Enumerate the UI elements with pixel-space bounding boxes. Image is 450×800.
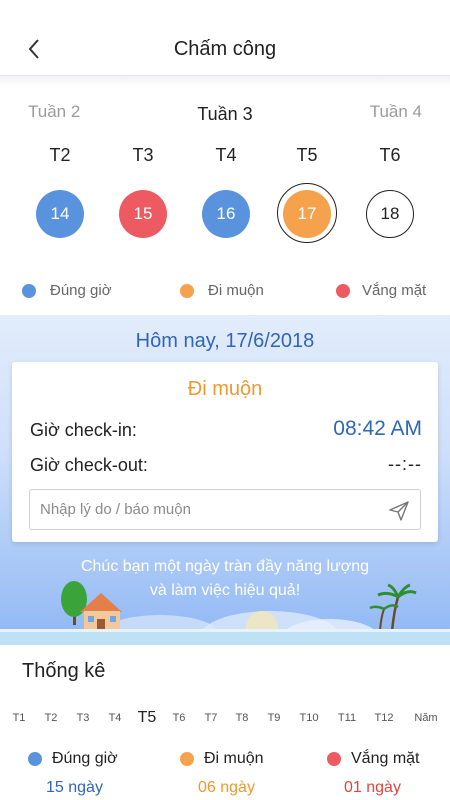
legend-on-time: Đúng giờ bbox=[22, 282, 112, 299]
month-tab[interactable]: T6 bbox=[161, 712, 197, 724]
red-dot-icon bbox=[327, 752, 341, 766]
red-dot-icon bbox=[336, 283, 350, 298]
attendance-status: Đi muộn bbox=[187, 378, 263, 400]
orange-dot-icon bbox=[180, 752, 194, 766]
stat-late: Đi muộn bbox=[180, 750, 264, 768]
blue-dot-icon bbox=[22, 283, 36, 298]
stat-absent: Vắng mặt bbox=[327, 750, 419, 768]
stat-label: Đi muộn bbox=[204, 750, 264, 767]
legend-label: Vắng mặt bbox=[362, 282, 427, 299]
checkout-time: --:-- bbox=[388, 454, 422, 474]
prev-week-button[interactable]: Tuần 2 bbox=[28, 102, 80, 122]
checkin-label: Giờ check-in: bbox=[30, 420, 137, 440]
landscape-illustration bbox=[0, 581, 450, 645]
month-tab[interactable]: T4 bbox=[97, 712, 133, 724]
reason-field bbox=[29, 489, 421, 530]
attendance-card: Đi muộn Giờ check-in: 08:42 AM Giờ check… bbox=[12, 362, 438, 542]
today-panel: Hôm nay, 17/6/2018 Đi muộn Giờ check-in:… bbox=[0, 315, 450, 645]
orange-dot-icon bbox=[180, 283, 194, 298]
month-tab[interactable]: T12 bbox=[366, 712, 402, 724]
header-shadow bbox=[0, 76, 450, 86]
day-label: T5 bbox=[296, 145, 318, 165]
day-circle-upcoming[interactable]: 18 bbox=[366, 190, 414, 238]
day-circle-on-time[interactable]: 14 bbox=[36, 190, 84, 238]
year-tab[interactable]: Năm bbox=[408, 712, 444, 724]
day-label: T2 bbox=[49, 145, 71, 165]
stat-late-value: 06 ngày bbox=[198, 779, 255, 796]
week-selector: Tuần 3 Tuần 2 Tuần 4 bbox=[0, 100, 450, 130]
month-tab[interactable]: T11 bbox=[329, 712, 365, 724]
today-date-title: Hôm nay, 17/6/2018 bbox=[135, 330, 315, 352]
month-tab[interactable]: T3 bbox=[65, 712, 101, 724]
month-tab[interactable]: T2 bbox=[33, 712, 69, 724]
month-tab[interactable]: T10 bbox=[291, 712, 327, 724]
month-tab[interactable]: T8 bbox=[224, 712, 260, 724]
month-tab[interactable]: T1 bbox=[1, 712, 37, 724]
send-icon[interactable] bbox=[387, 499, 411, 523]
checkin-time: 08:42 AM bbox=[333, 417, 422, 440]
tree-icon bbox=[61, 581, 87, 625]
legend-label: Đi muộn bbox=[208, 282, 264, 299]
page-title: Chấm công bbox=[173, 38, 277, 60]
month-tab-active[interactable]: T5 bbox=[129, 709, 165, 727]
reason-input[interactable] bbox=[40, 490, 370, 529]
legend-late: Đi muộn bbox=[180, 282, 264, 299]
stat-absent-value: 01 ngày bbox=[344, 779, 401, 796]
day-label: T6 bbox=[379, 145, 401, 165]
day-circle-late-selected[interactable]: 17 bbox=[283, 190, 331, 238]
blue-dot-icon bbox=[28, 752, 42, 766]
legend-absent: Vắng mặt bbox=[336, 282, 426, 299]
checkout-label: Giờ check-out: bbox=[30, 455, 148, 475]
stat-label: Vắng mặt bbox=[351, 750, 420, 767]
legend-label: Đúng giờ bbox=[50, 282, 112, 299]
day-label: T3 bbox=[132, 145, 154, 165]
day-circle-absent[interactable]: 15 bbox=[119, 190, 167, 238]
day-label: T4 bbox=[215, 145, 237, 165]
stat-on-time: Đúng giờ bbox=[28, 750, 118, 768]
statistics-title: Thống kê bbox=[22, 660, 106, 682]
stat-on-time-value: 15 ngày bbox=[46, 779, 103, 796]
day-circle-on-time[interactable]: 16 bbox=[202, 190, 250, 238]
next-week-button[interactable]: Tuần 4 bbox=[370, 102, 422, 122]
app-header: Chấm công bbox=[0, 0, 450, 76]
palm-tree-icon bbox=[369, 583, 417, 632]
month-tab[interactable]: T9 bbox=[256, 712, 292, 724]
stat-label: Đúng giờ bbox=[52, 750, 118, 767]
